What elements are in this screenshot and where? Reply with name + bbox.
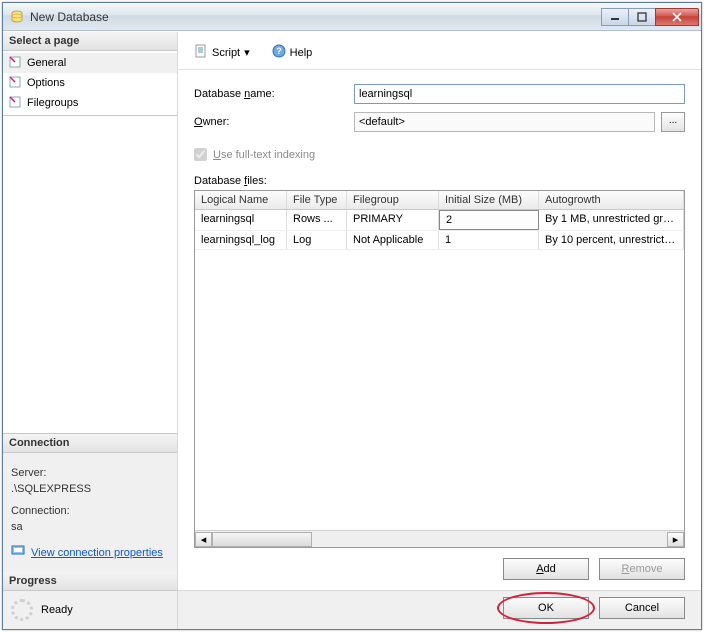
db-name-label: Database name:	[194, 88, 354, 100]
progress-header: Progress	[3, 572, 177, 591]
ok-highlight: OK	[503, 597, 589, 619]
window-title: New Database	[30, 10, 602, 24]
server-label: Server:	[11, 465, 169, 481]
page-list: General Options Filegroups	[3, 51, 177, 116]
page-item-label: Filegroups	[27, 97, 78, 109]
cell-initial-size: 1	[439, 231, 539, 249]
connection-header: Connection	[3, 434, 177, 453]
cell-autogrowth: By 1 MB, unrestricted growth	[539, 210, 684, 230]
svg-text:?: ?	[276, 46, 282, 56]
left-spacer	[3, 116, 177, 434]
cancel-button[interactable]: Cancel	[599, 597, 685, 619]
connection-value: sa	[11, 519, 169, 535]
progress-spinner-icon	[11, 599, 33, 621]
link-icon	[11, 543, 25, 562]
page-icon	[7, 94, 23, 110]
main-form: Database name: Owner: ... Use full-text …	[178, 70, 701, 590]
table-row[interactable]: learningsql Rows ... PRIMARY 2 By 1 MB, …	[195, 210, 684, 231]
page-icon	[7, 54, 23, 70]
dialog-button-bar: OK Cancel	[178, 590, 701, 629]
grid-header-row: Logical Name File Type Filegroup Initial…	[195, 191, 684, 210]
minimize-button[interactable]	[601, 8, 629, 26]
database-icon	[9, 9, 25, 25]
horizontal-scrollbar[interactable]: ◂ ▸	[195, 530, 684, 547]
select-page-header: Select a page	[3, 32, 177, 51]
ok-button[interactable]: OK	[503, 597, 589, 619]
dropdown-arrow-icon: ▾	[244, 46, 250, 59]
dialog-window: New Database Select a page General	[2, 2, 702, 630]
cell-autogrowth: By 10 percent, unrestricted growth	[539, 231, 684, 249]
window-controls	[602, 8, 699, 26]
scroll-right-arrow-icon[interactable]: ▸	[667, 532, 684, 547]
content-area: Select a page General Options	[3, 31, 701, 629]
titlebar: New Database	[3, 3, 701, 31]
fulltext-label: Use full-text indexing	[213, 149, 315, 161]
table-row[interactable]: learningsql_log Log Not Applicable 1 By …	[195, 231, 684, 250]
page-icon	[7, 74, 23, 90]
col-initial-size[interactable]: Initial Size (MB)	[439, 191, 539, 209]
scroll-left-arrow-icon[interactable]: ◂	[195, 532, 212, 547]
owner-input[interactable]	[354, 112, 655, 132]
col-logical-name[interactable]: Logical Name	[195, 191, 287, 209]
page-item-filegroups[interactable]: Filegroups	[3, 93, 177, 113]
col-filegroup[interactable]: Filegroup	[347, 191, 439, 209]
db-name-row: Database name:	[194, 84, 685, 104]
page-item-general[interactable]: General	[3, 53, 177, 73]
close-button[interactable]	[655, 8, 699, 26]
maximize-button[interactable]	[628, 8, 656, 26]
cell-filegroup: PRIMARY	[347, 210, 439, 230]
cell-logical-name: learningsql	[195, 210, 287, 230]
script-icon	[194, 44, 208, 61]
help-icon: ?	[272, 44, 286, 61]
col-file-type[interactable]: File Type	[287, 191, 347, 209]
right-panel: Script ▾ ? Help Database name: Owne	[178, 32, 701, 629]
server-value: .\SQLEXPRESS	[11, 481, 169, 497]
owner-browse-button[interactable]: ...	[661, 112, 685, 132]
col-autogrowth[interactable]: Autogrowth	[539, 191, 684, 209]
view-connection-link[interactable]: View connection properties	[11, 543, 169, 562]
page-item-label: Options	[27, 77, 65, 89]
connection-body: Server: .\SQLEXPRESS Connection: sa View…	[3, 453, 177, 572]
script-button[interactable]: Script ▾	[190, 42, 254, 63]
left-panel: Select a page General Options	[3, 32, 178, 629]
remove-button: Remove	[599, 558, 685, 580]
cell-file-type: Log	[287, 231, 347, 249]
toolbar: Script ▾ ? Help	[178, 32, 701, 70]
grid-body: learningsql Rows ... PRIMARY 2 By 1 MB, …	[195, 210, 684, 530]
connection-label: Connection:	[11, 503, 169, 519]
page-item-options[interactable]: Options	[3, 73, 177, 93]
cell-file-type: Rows ...	[287, 210, 347, 230]
progress-body: Ready	[3, 591, 177, 629]
cell-logical-name: learningsql_log	[195, 231, 287, 249]
cell-filegroup: Not Applicable	[347, 231, 439, 249]
progress-text: Ready	[41, 604, 73, 616]
fulltext-row: Use full-text indexing	[194, 148, 685, 161]
grid-button-row: Add Remove	[194, 548, 685, 582]
fulltext-checkbox	[194, 148, 207, 161]
view-connection-link-text[interactable]: View connection properties	[31, 545, 163, 561]
add-button[interactable]: Add	[503, 558, 589, 580]
owner-label: Owner:	[194, 116, 354, 128]
db-name-input[interactable]	[354, 84, 685, 104]
files-grid: Logical Name File Type Filegroup Initial…	[194, 190, 685, 548]
script-label: Script	[212, 47, 240, 59]
database-files-label: Database files:	[194, 175, 685, 187]
scroll-thumb[interactable]	[212, 532, 312, 547]
help-button[interactable]: ? Help	[268, 42, 317, 63]
page-item-label: General	[27, 57, 66, 69]
cell-initial-size[interactable]: 2	[439, 210, 539, 230]
help-label: Help	[290, 47, 313, 59]
owner-row: Owner: ...	[194, 112, 685, 132]
